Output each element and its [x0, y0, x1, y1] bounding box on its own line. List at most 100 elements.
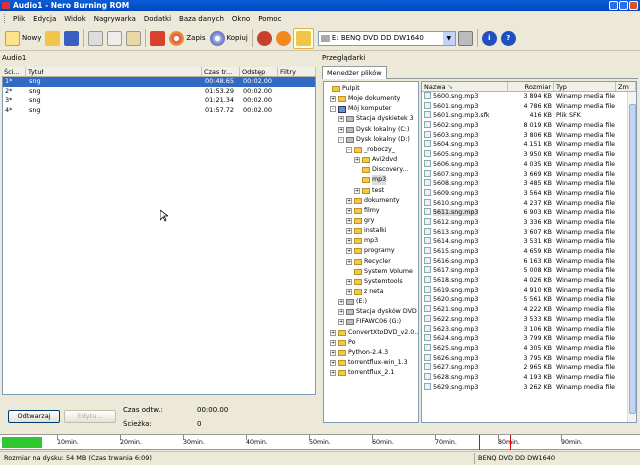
file-row[interactable]: 5620.sng.mp3 5 561 KB Winamp media file: [422, 295, 636, 305]
track-list[interactable]: 1* sng 00:48.65 00:02.00 2* sng 01:53.29 00:02.…: [2, 77, 316, 395]
file-row[interactable]: 5603.sng.mp3 3 806 KB Winamp media file: [422, 130, 636, 141]
tree-node[interactable]: + (E:): [338, 297, 367, 307]
about-button[interactable]: i: [480, 28, 499, 49]
play-button[interactable]: Odtwarzaj: [8, 410, 60, 423]
file-row[interactable]: 5622.sng.mp3 3 533 KB Winamp media file: [422, 314, 636, 325]
expand-icon[interactable]: +: [330, 96, 336, 103]
file-row[interactable]: 5608.sng.mp3 3 485 KB Winamp media file: [422, 179, 636, 189]
file-row[interactable]: 5615.sng.mp3 4 659 KB Winamp media file: [422, 247, 636, 257]
expand-icon[interactable]: +: [346, 197, 352, 204]
column-type[interactable]: Typ: [554, 82, 616, 91]
expand-icon[interactable]: +: [338, 309, 344, 316]
save-button[interactable]: [62, 28, 81, 49]
tree-node[interactable]: + Moje dokumenty: [330, 94, 400, 104]
expand-icon[interactable]: +: [338, 319, 344, 326]
file-row[interactable]: 5612.sng.mp3 3 336 KB Winamp media file: [422, 217, 636, 228]
tree-node[interactable]: + dokumenty: [346, 196, 400, 206]
tree-node[interactable]: System Volume: [346, 267, 413, 277]
file-row[interactable]: 5601.sng.mp3.sfk 416 KB Plik SFK: [422, 111, 636, 121]
tree-node[interactable]: - Mój komputer: [330, 104, 391, 114]
menu-recorder[interactable]: Nagrywarka: [90, 15, 140, 23]
file-row[interactable]: 5607.sng.mp3 3 669 KB Winamp media file: [422, 169, 636, 180]
tree-node[interactable]: + ConvertXtoDVD_v2.0..: [330, 328, 418, 338]
expand-icon[interactable]: +: [346, 248, 352, 255]
expand-icon[interactable]: +: [330, 339, 336, 346]
vertical-scrollbar[interactable]: [627, 92, 636, 422]
tree-node[interactable]: mp3: [354, 175, 387, 186]
file-row[interactable]: 5624.sng.mp3 3 799 KB Winamp media file: [422, 334, 636, 344]
tree-node[interactable]: + gry: [346, 216, 374, 226]
column-size[interactable]: Rozmiar: [508, 82, 554, 91]
expand-icon[interactable]: +: [330, 329, 336, 336]
scrollbar-thumb[interactable]: [629, 104, 636, 414]
copy-button[interactable]: [105, 28, 124, 49]
menu-window[interactable]: Okno: [228, 15, 254, 23]
expand-icon[interactable]: +: [330, 349, 336, 356]
tree-node[interactable]: - _roboczy_: [346, 145, 395, 155]
tree-node[interactable]: + FIFAWC06 (G:): [338, 317, 401, 327]
disc-info-button[interactable]: [274, 28, 293, 49]
expand-icon[interactable]: +: [338, 126, 344, 133]
collapse-icon[interactable]: -: [330, 106, 336, 113]
menu-database[interactable]: Baza danych: [175, 15, 228, 23]
expand-icon[interactable]: +: [338, 116, 344, 123]
menu-help[interactable]: Pomoc: [254, 15, 285, 23]
column-time[interactable]: Czas tr...: [202, 67, 240, 76]
expand-icon[interactable]: +: [346, 278, 352, 285]
close-button[interactable]: [629, 1, 638, 10]
expand-icon[interactable]: +: [346, 258, 352, 265]
tree-node[interactable]: Pulpit: [324, 84, 360, 94]
menu-file[interactable]: Plik: [9, 15, 29, 23]
file-row[interactable]: 5602.sng.mp3 8 019 KB Winamp media file: [422, 121, 636, 131]
expand-icon[interactable]: +: [346, 228, 352, 235]
tree-node[interactable]: Discovery...: [354, 165, 408, 175]
file-row[interactable]: 5609.sng.mp3 3 564 KB Winamp media file: [422, 188, 636, 199]
tree-node[interactable]: + instalki: [346, 226, 387, 236]
chevron-down-icon[interactable]: ▼: [442, 31, 455, 45]
tree-node[interactable]: + torrentflux-win_1.3: [330, 358, 408, 368]
menu-view[interactable]: Widok: [60, 15, 90, 23]
tree-node[interactable]: + filmy: [346, 206, 380, 216]
tree-node[interactable]: + Dysk lokalny (C:): [338, 125, 409, 135]
expand-icon[interactable]: +: [346, 289, 352, 295]
expand-icon[interactable]: +: [346, 207, 352, 214]
maximize-button[interactable]: [619, 1, 628, 10]
file-row[interactable]: 5600.sng.mp3 3 894 KB Winamp media file: [422, 92, 636, 102]
wizard-button[interactable]: [148, 28, 167, 49]
expand-icon[interactable]: +: [330, 370, 336, 377]
file-row[interactable]: 5605.sng.mp3 3 950 KB Winamp media file: [422, 150, 636, 160]
file-row[interactable]: 5623.sng.mp3 3 106 KB Winamp media file: [422, 324, 636, 335]
file-row[interactable]: 5625.sng.mp3 4 305 KB Winamp media file: [422, 343, 636, 354]
tree-node[interactable]: + Python-2.4.3: [330, 348, 388, 358]
expand-icon[interactable]: +: [346, 238, 352, 245]
help-button[interactable]: ?: [499, 28, 518, 49]
paste-button[interactable]: [124, 28, 143, 49]
file-row[interactable]: 5627.sng.mp3 2 965 KB Winamp media file: [422, 363, 636, 373]
tree-node[interactable]: + Systemtools: [346, 277, 403, 287]
file-row[interactable]: 5601.sng.mp3 4 786 KB Winamp media file: [422, 101, 636, 112]
file-row[interactable]: 5616.sng.mp3 6 163 KB Winamp media file: [422, 256, 636, 267]
cut-button[interactable]: [86, 28, 105, 49]
menu-extras[interactable]: Dodatki: [140, 15, 175, 23]
new-button[interactable]: Nowy: [3, 28, 43, 49]
track-row[interactable]: 1* sng 00:48.65 00:02.00: [3, 77, 315, 87]
open-button[interactable]: [43, 28, 62, 49]
file-row[interactable]: 5613.sng.mp3 3 607 KB Winamp media file: [422, 227, 636, 238]
expand-icon[interactable]: +: [330, 360, 336, 367]
file-row[interactable]: 5626.sng.mp3 3 795 KB Winamp media file: [422, 353, 636, 364]
file-row[interactable]: 5604.sng.mp3 4 151 KB Winamp media file: [422, 140, 636, 150]
track-row[interactable]: 3* sng 01:21.34 00:02.00: [3, 96, 315, 106]
column-filters[interactable]: Filtry: [278, 67, 316, 76]
folder-tree[interactable]: Pulpit + Moje dokumenty - Mój komputer + Stacj…: [323, 81, 419, 423]
minimize-button[interactable]: [609, 1, 618, 10]
tree-node[interactable]: + Avi2dvd: [354, 155, 397, 165]
expand-icon[interactable]: +: [354, 187, 360, 194]
file-row[interactable]: 5610.sng.mp3 4 237 KB Winamp media file: [422, 198, 636, 209]
tree-node[interactable]: + Stacja dysków DVD: [338, 307, 417, 317]
collapse-icon[interactable]: -: [346, 146, 352, 153]
column-title[interactable]: Tytuł: [26, 67, 202, 76]
tree-node[interactable]: + Stacja dyskietek 3: [338, 114, 414, 124]
file-row[interactable]: 5617.sng.mp3 5 008 KB Winamp media file: [422, 266, 636, 276]
file-row[interactable]: 5618.sng.mp3 4 026 KB Winamp media file: [422, 276, 636, 286]
track-row[interactable]: 4* sng 01:57.72 00:02.00: [3, 106, 315, 116]
